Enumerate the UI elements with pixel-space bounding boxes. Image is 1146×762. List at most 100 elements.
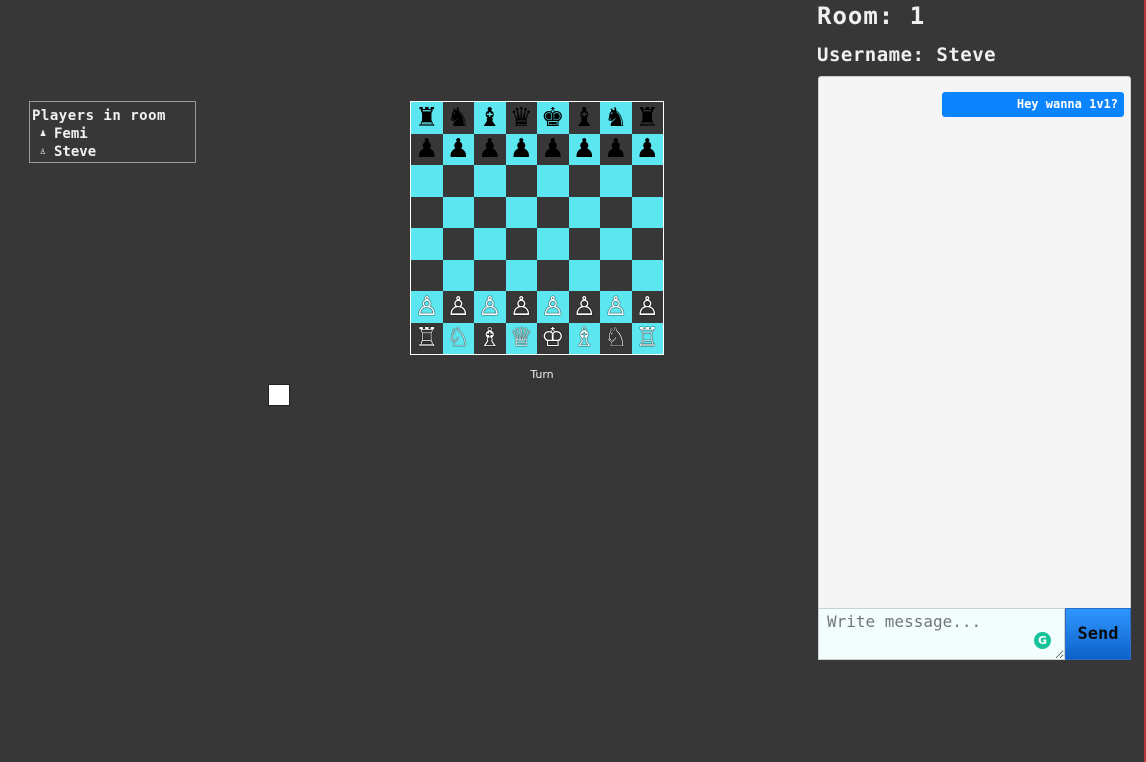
board-square[interactable] — [568, 196, 600, 228]
board-square[interactable]: ♕ — [505, 322, 537, 354]
chess-piece[interactable]: ♟ — [478, 136, 501, 162]
board-square[interactable]: ♟ — [600, 133, 632, 165]
board-square[interactable]: ♟ — [442, 133, 474, 165]
board-square[interactable] — [411, 165, 443, 197]
board-square[interactable] — [537, 165, 569, 197]
board-square[interactable] — [568, 259, 600, 291]
board-square[interactable] — [442, 259, 474, 291]
board-square[interactable]: ♜ — [631, 102, 663, 134]
board-square[interactable] — [537, 196, 569, 228]
board-square[interactable] — [411, 228, 443, 260]
board-square[interactable] — [600, 165, 632, 197]
chess-piece[interactable]: ♘ — [604, 325, 627, 351]
chess-piece[interactable]: ♜ — [415, 105, 438, 131]
board-square[interactable] — [600, 259, 632, 291]
board-square[interactable] — [568, 165, 600, 197]
board-square[interactable] — [537, 259, 569, 291]
message-input[interactable] — [818, 608, 1065, 660]
board-square[interactable]: ♙ — [600, 291, 632, 323]
board-square[interactable] — [474, 165, 506, 197]
chess-piece[interactable]: ♞ — [604, 105, 627, 131]
chess-piece[interactable]: ♗ — [478, 325, 501, 351]
chess-piece[interactable]: ♙ — [478, 294, 501, 320]
send-button[interactable]: Send — [1065, 608, 1131, 660]
chess-piece[interactable]: ♙ — [604, 294, 627, 320]
board-square[interactable]: ♘ — [442, 322, 474, 354]
chess-piece[interactable]: ♝ — [478, 105, 501, 131]
board-square[interactable]: ♙ — [474, 291, 506, 323]
chess-piece[interactable]: ♙ — [510, 294, 533, 320]
board-square[interactable]: ♙ — [442, 291, 474, 323]
chess-piece[interactable]: ♟ — [447, 136, 470, 162]
board-square[interactable]: ♙ — [537, 291, 569, 323]
board-square[interactable]: ♜ — [411, 102, 443, 134]
chess-piece[interactable]: ♟ — [573, 136, 596, 162]
board-square[interactable] — [505, 228, 537, 260]
board-square[interactable]: ♟ — [474, 133, 506, 165]
chess-piece[interactable]: ♛ — [510, 105, 533, 131]
board-square[interactable] — [631, 228, 663, 260]
chess-piece[interactable]: ♙ — [415, 294, 438, 320]
chess-piece[interactable]: ♕ — [510, 325, 533, 351]
board-square[interactable]: ♘ — [600, 322, 632, 354]
board-square[interactable]: ♙ — [411, 291, 443, 323]
board-square[interactable] — [505, 259, 537, 291]
board-square[interactable]: ♟ — [537, 133, 569, 165]
board-square[interactable] — [631, 196, 663, 228]
board-square[interactable] — [505, 165, 537, 197]
chess-piece[interactable]: ♙ — [447, 294, 470, 320]
board-square[interactable]: ♝ — [474, 102, 506, 134]
board-square[interactable] — [631, 259, 663, 291]
chess-board[interactable]: ♜ ♞ ♝ ♛ ♚ ♝ ♞ ♜ ♟ ♟ ♟ ♟ ♟ ♟ ♟ ♟ ♙ ♙ ♙ ♙ ♙ ♙ ♙ ♙ ♖ ♘ ♗ ♕ ♔ ♗ ♘ ♖ — [410, 101, 664, 355]
board-square[interactable]: ♝ — [568, 102, 600, 134]
board-square[interactable] — [568, 228, 600, 260]
chess-piece[interactable]: ♗ — [573, 325, 596, 351]
board-square[interactable]: ♙ — [505, 291, 537, 323]
board-square[interactable] — [411, 196, 443, 228]
board-square[interactable] — [537, 228, 569, 260]
board-square[interactable]: ♟ — [411, 133, 443, 165]
chess-piece[interactable]: ♞ — [447, 105, 470, 131]
board-square[interactable] — [411, 259, 443, 291]
board-square[interactable]: ♟ — [568, 133, 600, 165]
chess-piece[interactable]: ♙ — [541, 294, 564, 320]
chess-piece[interactable]: ♝ — [573, 105, 596, 131]
board-square[interactable]: ♞ — [442, 102, 474, 134]
board-square[interactable] — [474, 228, 506, 260]
board-square[interactable]: ♗ — [568, 322, 600, 354]
board-square[interactable] — [600, 196, 632, 228]
chess-piece[interactable]: ♚ — [541, 105, 564, 131]
chess-piece[interactable]: ♟ — [415, 136, 438, 162]
board-square[interactable]: ♟ — [631, 133, 663, 165]
board-square[interactable]: ♛ — [505, 102, 537, 134]
board-square[interactable] — [474, 259, 506, 291]
board-square[interactable]: ♔ — [537, 322, 569, 354]
chat-log[interactable]: Hey wanna 1v1? — [818, 76, 1131, 610]
board-square[interactable]: ♚ — [537, 102, 569, 134]
chess-piece[interactable]: ♖ — [636, 325, 659, 351]
chess-piece[interactable]: ♟ — [604, 136, 627, 162]
chess-piece[interactable]: ♙ — [573, 294, 596, 320]
chess-piece[interactable]: ♘ — [447, 325, 470, 351]
board-square[interactable]: ♟ — [505, 133, 537, 165]
chess-piece[interactable]: ♟ — [541, 136, 564, 162]
chess-piece[interactable]: ♟ — [510, 136, 533, 162]
board-square[interactable] — [600, 228, 632, 260]
board-square[interactable]: ♖ — [411, 322, 443, 354]
board-square[interactable]: ♞ — [600, 102, 632, 134]
chess-piece[interactable]: ♜ — [636, 105, 659, 131]
chess-piece[interactable]: ♔ — [541, 325, 564, 351]
board-square[interactable] — [442, 165, 474, 197]
chess-piece[interactable]: ♖ — [415, 325, 438, 351]
board-square[interactable]: ♙ — [631, 291, 663, 323]
board-square[interactable] — [442, 228, 474, 260]
board-square[interactable] — [631, 165, 663, 197]
board-square[interactable]: ♖ — [631, 322, 663, 354]
chess-piece[interactable]: ♙ — [636, 294, 659, 320]
chess-piece[interactable]: ♟ — [636, 136, 659, 162]
board-square[interactable] — [505, 196, 537, 228]
board-square[interactable] — [474, 196, 506, 228]
board-square[interactable]: ♙ — [568, 291, 600, 323]
grammarly-icon[interactable]: G — [1034, 632, 1051, 649]
board-square[interactable] — [442, 196, 474, 228]
